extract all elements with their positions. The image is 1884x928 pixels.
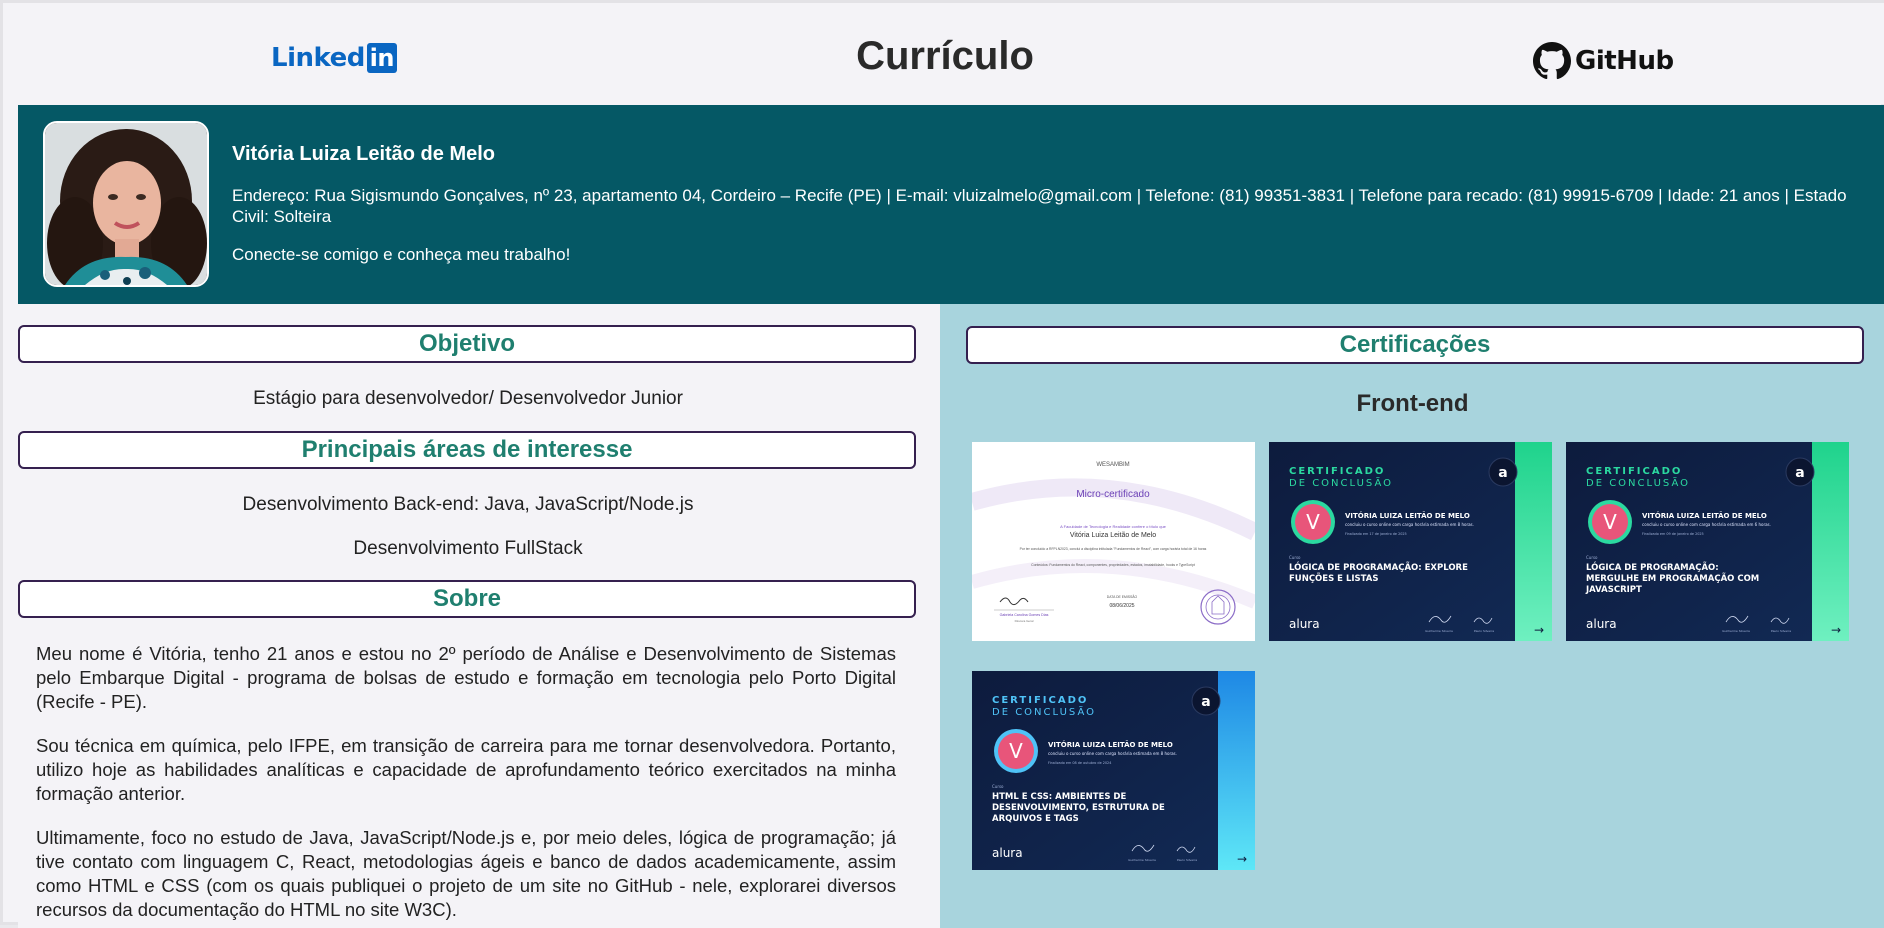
cert3-name: VITÓRIA LUIZA LEITÃO DE MELO <box>1048 740 1173 749</box>
certificate-card-micro[interactable]: WESAMBIM Micro-certificado A Faculdade d… <box>972 442 1255 641</box>
micro-title: Micro-certificado <box>1076 489 1150 500</box>
cert1-name: VITÓRIA LUIZA LEITÃO DE MELO <box>1345 511 1470 520</box>
cert3-heading1: CERTIFICADO <box>992 695 1088 706</box>
cert2-course-line: JAVASCRIPT <box>1585 585 1642 595</box>
alura-logo-icon: a <box>1201 694 1210 710</box>
cert3-sig1: Guilherme Silveira <box>1128 858 1156 862</box>
certificate-card-alura-1[interactable]: CERTIFICADO DE CONCLUSÃO a V VITÓRIA LUI… <box>1269 442 1552 641</box>
cert1-heading2: DE CONCLUSÃO <box>1289 476 1393 489</box>
interesse-item: Desenvolvimento FullStack <box>353 538 583 559</box>
cert2-heading2: DE CONCLUSÃO <box>1586 476 1690 489</box>
alura-brand: alura <box>1289 617 1320 631</box>
left-column: Objetivo Estágio para desenvolvedor/ Des… <box>18 304 940 928</box>
cert3-sig2: Paulo Silveira <box>1177 858 1197 862</box>
sobre-paragraph: Ultimamente, foco no estudo de Java, Jav… <box>36 827 896 920</box>
cert2-heading1: CERTIFICADO <box>1586 466 1682 477</box>
github-icon <box>1533 42 1571 80</box>
cert2-initial: V <box>1603 510 1617 534</box>
profile-name: Vitória Luiza Leitão de Melo <box>232 143 496 165</box>
cert1-course-line: FUNÇÕES E LISTAS <box>1289 572 1378 584</box>
objetivo-text: Estágio para desenvolvedor/ Desenvolvedo… <box>253 388 683 409</box>
certificacoes-panel: Certificações Front-end WESAMBIM Micro-c… <box>940 304 1884 928</box>
page: Linked in Currículo GitHub Vitória Luiza… <box>0 0 1884 928</box>
sobre-paragraph: Sou técnica em química, pelo IFPE, em tr… <box>36 735 896 804</box>
certificacoes-heading: Certificações <box>966 326 1864 364</box>
frontend-subheading: Front-end <box>1356 390 1469 417</box>
cert1-sub: concluiu o curso online com carga horári… <box>1345 522 1474 527</box>
cert2-name: VITÓRIA LUIZA LEITÃO DE MELO <box>1642 511 1767 520</box>
cert1-curso-label: Curso <box>1289 555 1301 560</box>
cert3-course-line: DESENVOLVIMENTO, ESTRUTURA DE <box>992 803 1165 813</box>
certificate-card-alura-2[interactable]: CERTIFICADO DE CONCLUSÃO a V VITÓRIA LUI… <box>1566 442 1849 641</box>
arrow-right-icon: → <box>1237 852 1247 866</box>
micro-content: Conteúdos: Fundamentos do React, compone… <box>1031 563 1195 567</box>
interesse-item: Desenvolvimento Back-end: Java, JavaScri… <box>242 494 694 515</box>
micro-body: Por ter concluído a RFPLN2023, conclui a… <box>1020 547 1207 551</box>
alura-brand: alura <box>1586 617 1617 631</box>
cert2-course-line: LÓGICA DE PROGRAMAÇÃO: <box>1586 561 1719 573</box>
micro-signer: Gabriela Carolina Gomes Dias <box>1000 613 1049 617</box>
cert2-sub: concluiu o curso online com carga horári… <box>1642 522 1771 527</box>
alura-logo-icon: a <box>1795 465 1804 481</box>
micro-line1: A Faculdade de Tecnologia e Realidade co… <box>1060 524 1167 529</box>
profile-contact-info: Endereço: Rua Sigismundo Gonçalves, nº 2… <box>232 186 1847 226</box>
certificate-card-alura-3[interactable]: CERTIFICADO DE CONCLUSÃO a V VITÓRIA LUI… <box>972 671 1255 870</box>
github-wordmark: GitHub <box>1575 46 1674 76</box>
profile-section: Vitória Luiza Leitão de Melo Endereço: R… <box>18 105 1884 304</box>
top-header: Linked in Currículo GitHub <box>3 3 1884 104</box>
profile-cta: Conecte-se comigo e conheça meu trabalho… <box>232 245 571 264</box>
cert1-course-line: LÓGICA DE PROGRAMAÇÃO: EXPLORE <box>1289 561 1468 573</box>
micro-date-label: DATA DE EMISSÃO <box>1107 594 1138 599</box>
cert3-curso-label: Curso <box>992 784 1004 789</box>
cert3-heading2: DE CONCLUSÃO <box>992 705 1096 718</box>
github-link[interactable]: GitHub <box>1533 42 1674 80</box>
cert1-sig1: Guilherme Silveira <box>1425 629 1453 633</box>
cert3-small: Finalizado em 08 de outubro de 2024 <box>1048 761 1111 765</box>
avatar-image <box>45 123 207 285</box>
arrow-right-icon: → <box>1534 623 1544 637</box>
cert1-heading1: CERTIFICADO <box>1289 466 1385 477</box>
alura-logo-icon: a <box>1498 465 1507 481</box>
micro-signer-role: Diretora Geral <box>1015 619 1034 623</box>
cert2-sig1: Guilherme Silveira <box>1722 629 1750 633</box>
arrow-right-icon: → <box>1831 623 1841 637</box>
sobre-paragraph: Meu nome é Vitória, tenho 21 anos e esto… <box>36 643 896 712</box>
cert1-initial: V <box>1306 510 1320 534</box>
alura-brand: alura <box>992 846 1023 860</box>
interesses-heading: Principais áreas de interesse <box>18 431 916 469</box>
sobre-heading: Sobre <box>18 580 916 618</box>
cert2-course-line: MERGULHE EM PROGRAMAÇÃO COM <box>1586 573 1759 584</box>
avatar <box>43 121 209 287</box>
objetivo-heading: Objetivo <box>18 325 916 363</box>
micro-issuer: WESAMBIM <box>1096 462 1129 468</box>
cert3-course-line: ARQUIVOS E TAGS <box>992 814 1079 824</box>
micro-date: 08/06/2025 <box>1109 603 1134 609</box>
cert3-initial: V <box>1009 739 1023 763</box>
cert3-course-line: HTML E CSS: AMBIENTES DE <box>992 792 1126 802</box>
cert2-curso-label: Curso <box>1586 555 1598 560</box>
micro-name: Vitória Luiza Leitão de Melo <box>1070 532 1156 539</box>
cert3-sub: concluiu o curso online com carga horári… <box>1048 751 1177 756</box>
cert1-sig2: Paulo Silveira <box>1474 629 1494 633</box>
cert2-sig2: Paulo Silveira <box>1771 629 1791 633</box>
cert1-small: Finalizado em 17 de janeiro de 2025 <box>1345 532 1407 536</box>
cert2-small: Finalizado em 09 de janeiro de 2025 <box>1642 532 1704 536</box>
